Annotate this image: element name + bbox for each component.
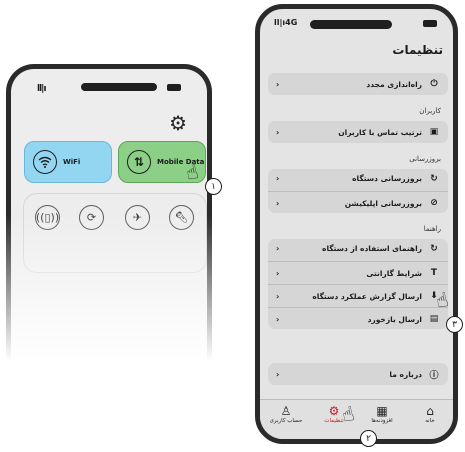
settings-row-app-update[interactable]: ⊘ بروزرسانی اپلیکیشن ‹: [268, 192, 448, 214]
page-title: تنظیمات: [392, 43, 443, 57]
power-icon: ⏻: [430, 79, 438, 89]
wifi-label: WiFi: [63, 158, 81, 166]
step-marker-3: ۳: [446, 316, 463, 333]
row-label: بروزرسانی اپلیکیشن: [344, 198, 422, 208]
mobile-data-icon: ⇅: [127, 150, 151, 174]
row-label: بروزرسانی دستگاه: [352, 174, 422, 183]
home-icon: ⌂: [426, 404, 434, 418]
info-icon: ⓘ: [429, 370, 439, 381]
fade-overlay: [0, 214, 220, 424]
grid-icon: ▦: [376, 404, 388, 418]
row-label: ارسال گزارش عملکرد دستگاه: [312, 291, 422, 301]
chevron-left-icon: ‹: [276, 174, 280, 183]
wifi-tile[interactable]: WiFi: [24, 141, 112, 183]
chevron-left-icon: ‹: [276, 244, 280, 253]
chevron-left-icon: ‹: [276, 369, 280, 379]
section-update: بروزرسانی: [409, 155, 441, 163]
bottom-nav: ♙ حساب کاربری ⚙ تنظیمات ▦ افزودنه‌ها ⌂ خ…: [260, 399, 453, 439]
app-update-icon: ⊘: [430, 198, 438, 208]
nav-label: تنظیمات: [324, 418, 344, 424]
status-bar: ll|ı4G: [274, 18, 437, 30]
update-icon: ↻: [430, 174, 438, 184]
nav-label: افزودنه‌ها: [371, 418, 393, 424]
settings-gear-icon[interactable]: ⚙: [169, 111, 187, 135]
battery-icon: [423, 20, 437, 27]
row-label: ارسال بازخورد: [367, 314, 422, 324]
row-label: ترتیب تماس با کاربران: [338, 127, 422, 137]
chevron-left-icon: ‹: [276, 268, 280, 278]
settings-row-feedback[interactable]: ▤ ارسال بازخورد ‹: [268, 308, 448, 330]
settings-row-report[interactable]: ⬇ ارسال گزارش عملکرد دستگاه ‹: [268, 285, 448, 307]
signal-icon: ll|ı: [37, 84, 46, 94]
section-guide: راهنما: [423, 225, 441, 233]
nav-addons[interactable]: ▦ افزودنه‌ها: [360, 404, 404, 425]
wifi-icon: [33, 150, 57, 174]
settings-row-contacts[interactable]: ▣ ترتیب تماس با کاربران ‹: [268, 121, 448, 143]
chevron-left-icon: ‹: [276, 127, 280, 137]
chevron-left-icon: ‹: [276, 314, 280, 324]
row-label: درباره ما: [389, 369, 422, 379]
step-marker-2: ۲: [360, 430, 377, 447]
nav-home[interactable]: ⌂ خانه: [408, 404, 452, 425]
warranty-icon: T: [430, 268, 438, 278]
row-label: شرایط گارانتی: [366, 268, 422, 278]
network-indicator: ll|ı4G: [274, 18, 298, 27]
status-bar: ll|ı: [37, 83, 181, 94]
left-phone: ll|ı ⚙ WiFi ⇅ Mobile Data ((▯)) ⟳ ✈ 🔦︎: [0, 64, 220, 424]
network-label: 4G: [285, 18, 298, 27]
contact-card-icon: ▣: [429, 127, 439, 137]
guide-icon: ↻: [430, 244, 438, 254]
chevron-left-icon: ‹: [276, 291, 280, 301]
feedback-icon: ▤: [429, 314, 439, 324]
row-label: راه‌اندازی مجدد: [366, 79, 422, 89]
chevron-left-icon: ‹: [276, 79, 280, 89]
section-users: کاربران: [419, 107, 441, 115]
nav-account[interactable]: ♙ حساب کاربری: [264, 404, 308, 425]
settings-row-reboot[interactable]: ⏻ راه‌اندازی مجدد ‹: [268, 73, 448, 95]
nav-label: حساب کاربری: [269, 418, 303, 424]
nav-label: خانه: [425, 418, 435, 424]
row-label: راهنمای استفاده از دستگاه: [322, 244, 422, 253]
notch: [81, 83, 157, 91]
settings-row-about[interactable]: ⓘ درباره ما ‹: [268, 363, 448, 385]
chevron-left-icon: ‹: [276, 198, 280, 208]
user-icon: ♙: [280, 404, 292, 418]
battery-icon: [167, 84, 181, 91]
step-marker-1: ۱: [205, 178, 222, 195]
right-phone: ll|ı4G تنظیمات ⏻ راه‌اندازی مجدد ‹ کاربر…: [255, 4, 458, 444]
settings-row-warranty[interactable]: T شرایط گارانتی ‹: [268, 262, 448, 284]
mobile-data-label: Mobile Data: [157, 158, 205, 166]
notch: [310, 20, 392, 29]
